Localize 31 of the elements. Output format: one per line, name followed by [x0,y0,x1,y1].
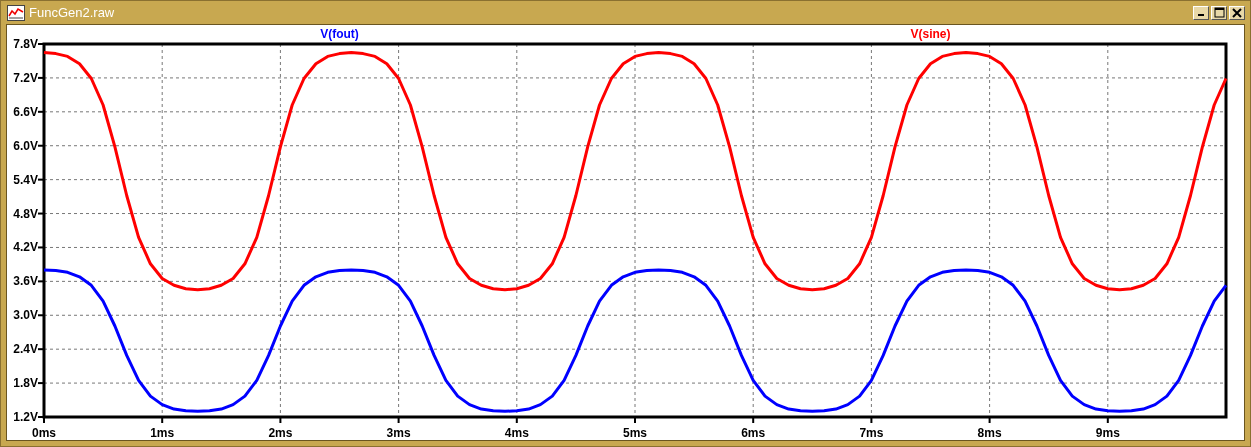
y-tick-label: 3.6V [13,274,38,289]
x-tick-label: 6ms [741,426,766,440]
maximize-button[interactable] [1211,5,1227,20]
x-tick-label: 1ms [150,426,175,440]
maximize-icon [1213,7,1225,18]
window-title: FuncGen2.raw [29,5,115,20]
x-tick-label: 8ms [977,426,1002,440]
y-tick-label: 6.6V [13,104,38,119]
y-tick-label: 7.8V [13,37,38,51]
chart-icon [7,4,25,21]
x-tick-label: 2ms [268,426,293,440]
series-label[interactable]: V(fout) [320,27,359,41]
x-tick-label: 4ms [504,426,529,440]
y-tick-label: 4.8V [13,206,38,221]
x-tick-label: 3ms [386,426,411,440]
y-tick-label: 3.0V [13,308,38,323]
x-tick-label: 0ms [32,426,56,440]
close-icon [1232,7,1242,18]
close-button[interactable] [1229,5,1245,20]
x-tick-label: 7ms [859,426,884,440]
y-tick-label: 1.8V [13,376,38,391]
y-tick-label: 1.2V [13,410,38,424]
y-tick-label: 6.0V [13,138,38,153]
y-tick-label: 7.2V [13,70,38,85]
series-label[interactable]: V(sine) [910,27,951,41]
x-tick-label: 5ms [623,426,647,440]
y-tick-label: 4.2V [13,240,38,255]
y-tick-label: 5.4V [13,172,38,187]
minimize-button[interactable] [1193,5,1209,20]
y-tick-label: 2.4V [13,342,38,357]
x-tick-label: 9ms [1095,426,1120,440]
